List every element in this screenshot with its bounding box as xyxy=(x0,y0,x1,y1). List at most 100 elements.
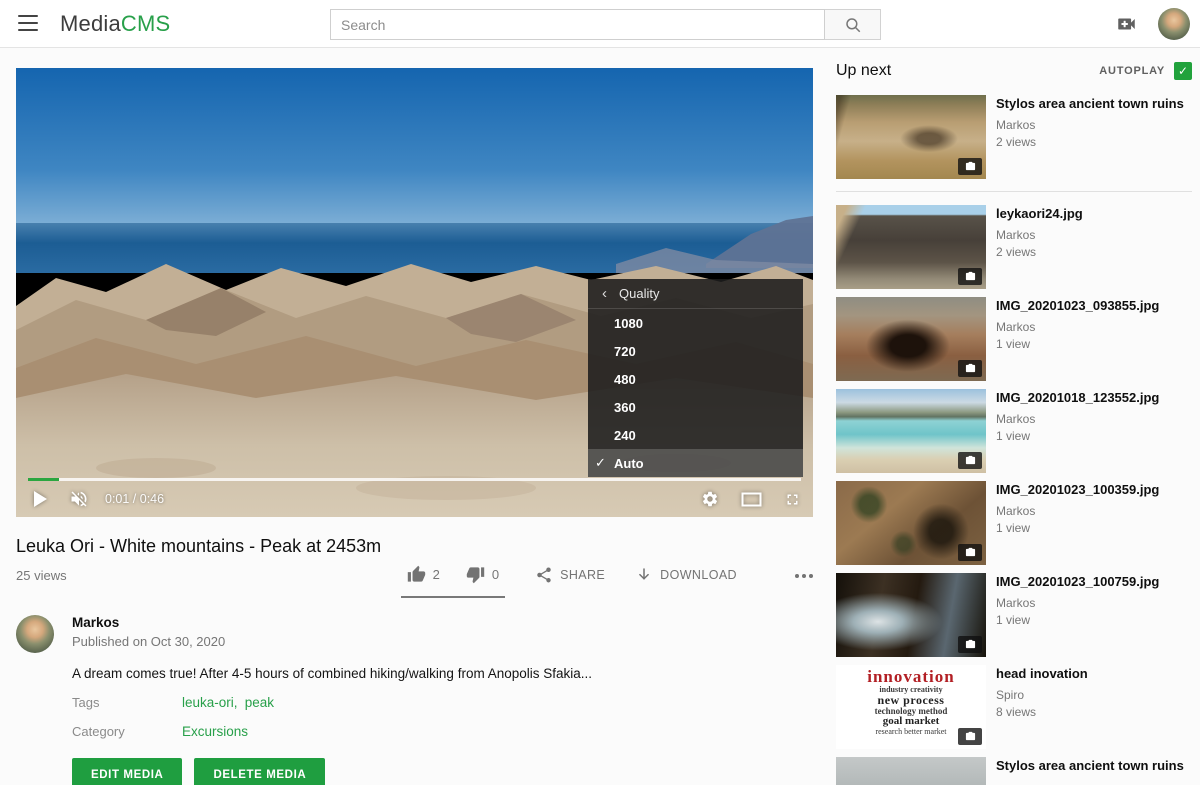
item-title: IMG_20201023_100759.jpg xyxy=(996,574,1192,590)
top-bar: MediaCMS xyxy=(0,0,1200,48)
video-player[interactable]: 0:01 / 0:46 ‹ Quality xyxy=(16,68,813,517)
like-count: 2 xyxy=(433,567,440,582)
quality-menu-back[interactable]: ‹ Quality xyxy=(588,279,803,309)
item-title: IMG_20201023_093855.jpg xyxy=(996,298,1192,314)
camera-icon xyxy=(965,639,976,650)
quality-menu-title: Quality xyxy=(619,286,659,301)
rating-group: 2 0 xyxy=(401,565,505,598)
share-button[interactable]: SHARE xyxy=(535,566,605,584)
item-views: 1 view xyxy=(996,612,1192,629)
play-icon xyxy=(34,491,47,507)
time-display: 0:01 / 0:46 xyxy=(105,492,164,506)
tags-row: Tags leuka-ori, peak xyxy=(72,695,813,710)
thumbnail-wordcloud: innovation industry creativity new proce… xyxy=(836,665,986,749)
list-item[interactable]: Stylos area ancient town ruins xyxy=(836,757,1192,785)
search-bar xyxy=(330,9,881,40)
chevron-left-icon: ‹ xyxy=(602,285,607,302)
quality-option-720[interactable]: 720 xyxy=(588,337,803,365)
quality-menu: ‹ Quality 1080 720 480 360 240 ✓ Auto xyxy=(588,279,803,477)
up-next-title: Up next xyxy=(836,62,891,80)
camera-icon xyxy=(965,547,976,558)
download-button[interactable]: DOWNLOAD xyxy=(635,566,737,584)
item-title: IMG_20201023_100359.jpg xyxy=(996,482,1192,498)
item-views: 8 views xyxy=(996,704,1192,721)
tag-link-peak[interactable]: peak xyxy=(245,695,274,710)
dislike-count: 0 xyxy=(492,567,499,582)
category-label: Category xyxy=(72,724,182,739)
item-author: Markos xyxy=(996,595,1192,612)
thumbnail xyxy=(836,757,986,785)
like-button[interactable]: 2 xyxy=(407,565,440,584)
category-row: Category Excursions xyxy=(72,724,813,739)
divider xyxy=(836,191,1192,192)
item-views: 1 view xyxy=(996,520,1192,537)
camera-icon xyxy=(965,731,976,742)
quality-option-240[interactable]: 240 xyxy=(588,421,803,449)
item-views: 1 view xyxy=(996,428,1192,445)
list-item[interactable]: innovation industry creativity new proce… xyxy=(836,665,1192,749)
published-date: Published on Oct 30, 2020 xyxy=(72,634,225,649)
thumbnail xyxy=(836,297,986,381)
fullscreen-button[interactable] xyxy=(784,491,801,508)
play-button[interactable] xyxy=(28,491,47,507)
share-label: SHARE xyxy=(560,568,605,582)
item-author: Markos xyxy=(996,319,1192,336)
settings-button[interactable] xyxy=(701,490,719,508)
mediacms-page: MediaCMS xyxy=(0,0,1200,785)
check-icon: ✓ xyxy=(1178,64,1188,78)
item-title: Stylos area ancient town ruins xyxy=(996,96,1192,112)
item-title: Stylos area ancient town ruins xyxy=(996,758,1192,774)
autoplay-label: AUTOPLAY xyxy=(1099,65,1165,77)
list-item[interactable]: Stylos area ancient town ruins Markos 2 … xyxy=(836,95,1192,179)
list-item[interactable]: leykaori24.jpg Markos 2 views xyxy=(836,205,1192,289)
menu-icon[interactable] xyxy=(18,15,38,31)
theater-mode-button[interactable] xyxy=(741,492,762,507)
more-options-icon[interactable] xyxy=(795,566,813,584)
quality-option-auto[interactable]: ✓ Auto xyxy=(588,449,803,477)
list-item[interactable]: IMG_20201018_123552.jpg Markos 1 view xyxy=(836,389,1192,473)
item-author: Markos xyxy=(996,117,1192,134)
main-column: 0:01 / 0:46 ‹ Quality xyxy=(16,68,813,785)
info-rows: Tags leuka-ori, peak Category Excursions xyxy=(72,695,813,739)
user-avatar[interactable] xyxy=(1158,8,1190,40)
quality-option-360[interactable]: 360 xyxy=(588,393,803,421)
mute-button[interactable] xyxy=(69,489,89,509)
author-avatar[interactable] xyxy=(16,615,54,653)
upload-media-icon[interactable] xyxy=(1115,13,1138,35)
logo-media: Media xyxy=(60,11,121,36)
list-item[interactable]: IMG_20201023_100359.jpg Markos 1 view xyxy=(836,481,1192,565)
logo-cms: CMS xyxy=(121,11,171,36)
player-controls: 0:01 / 0:46 xyxy=(28,481,801,517)
thumbnail xyxy=(836,573,986,657)
view-count: 25 views xyxy=(16,565,67,583)
quality-option-auto-label: Auto xyxy=(614,456,644,471)
category-link[interactable]: Excursions xyxy=(182,724,248,739)
thumb-down-icon xyxy=(466,565,485,584)
dislike-button[interactable]: 0 xyxy=(466,565,499,584)
list-item[interactable]: IMG_20201023_100759.jpg Markos 1 view xyxy=(836,573,1192,657)
author-name[interactable]: Markos xyxy=(72,615,225,630)
item-title: leykaori24.jpg xyxy=(996,206,1192,222)
wordcloud-word: innovation xyxy=(836,668,986,686)
up-next-list: Stylos area ancient town ruins Markos 2 … xyxy=(836,95,1192,785)
tag-link-leuka-ori[interactable]: leuka-ori, xyxy=(182,695,238,710)
autoplay-checkbox[interactable]: ✓ xyxy=(1174,62,1192,80)
item-author: Markos xyxy=(996,227,1192,244)
quality-option-480[interactable]: 480 xyxy=(588,365,803,393)
share-icon xyxy=(535,566,553,584)
list-item[interactable]: IMG_20201023_093855.jpg Markos 1 view xyxy=(836,297,1192,381)
thumbnail xyxy=(836,389,986,473)
app-logo[interactable]: MediaCMS xyxy=(60,11,170,37)
edit-media-button[interactable]: EDIT MEDIA xyxy=(72,758,182,785)
search-button[interactable] xyxy=(825,9,881,40)
meta-row: 25 views 2 0 SHARE xyxy=(16,565,813,598)
quality-option-1080[interactable]: 1080 xyxy=(588,309,803,337)
item-author: Markos xyxy=(996,411,1192,428)
thumbnail xyxy=(836,95,986,179)
search-input[interactable] xyxy=(330,9,825,40)
item-author: Markos xyxy=(996,503,1192,520)
up-next-header: Up next AUTOPLAY ✓ xyxy=(836,62,1192,80)
camera-icon xyxy=(965,161,976,172)
delete-media-button[interactable]: DELETE MEDIA xyxy=(194,758,325,785)
item-views: 2 views xyxy=(996,134,1192,151)
